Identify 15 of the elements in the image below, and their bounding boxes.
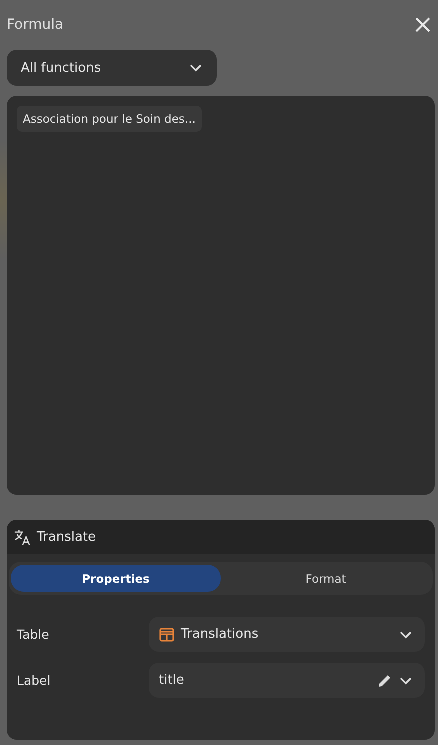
tab[interactable]: Properties — [11, 565, 221, 592]
pencil-icon[interactable] — [377, 672, 393, 688]
select-field[interactable]: Translations — [149, 617, 425, 652]
window-title: Formula — [7, 17, 64, 33]
formula-editor[interactable]: Association pour le Soin des... — [7, 96, 435, 495]
field-label: Label — [17, 673, 52, 688]
translate-icon — [14, 528, 31, 546]
select-field[interactable]: title — [149, 663, 425, 698]
close-button[interactable] — [415, 17, 431, 33]
formula-token[interactable]: Association pour le Soin des... — [17, 106, 202, 132]
table-icon — [159, 626, 175, 642]
field-label: Table — [17, 627, 50, 642]
function-dropdown[interactable]: All functions — [7, 50, 217, 86]
node-title: Translate — [37, 530, 96, 544]
tab[interactable]: Format — [221, 565, 431, 592]
